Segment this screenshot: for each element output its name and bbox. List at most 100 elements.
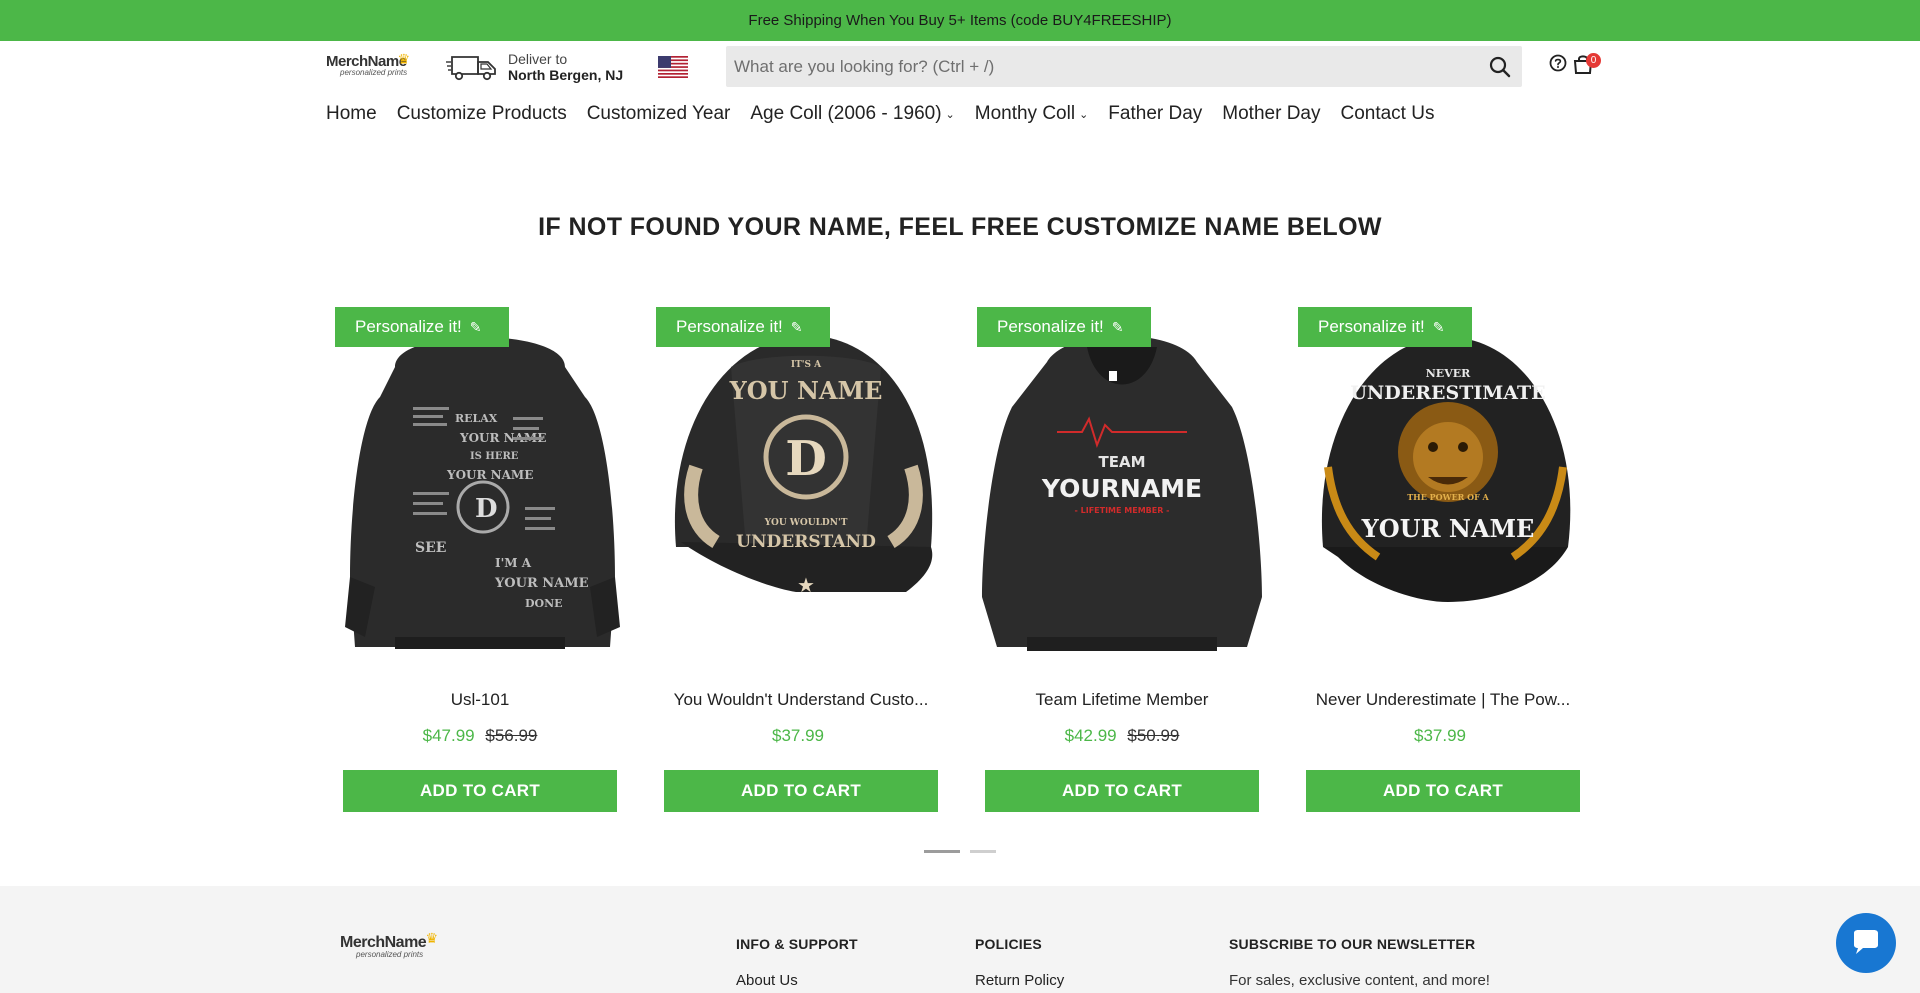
chevron-down-icon: ⌄ [945,108,955,121]
badge-label: Personalize it! [997,317,1104,336]
logo-subtext: personalized prints [340,68,408,77]
carousel-dot[interactable] [970,850,996,853]
product-card: IT'S A YOU NAME YOU WOULDN'T UNDERSTAND … [656,307,946,817]
footer-link-about-us[interactable]: About Us [736,972,858,989]
nav-item-age-coll[interactable]: Age Coll (2006 - 1960) ⌄ [750,103,954,125]
pencil-icon: ✎ [1111,318,1124,335]
product-card: RELAX YOUR NAME IS HERE YOUR NAME SEE I'… [335,307,625,817]
nav-label: Father Day [1108,103,1203,124]
print-text: NEVER [1426,367,1471,380]
product-card: NEVER UNDERESTIMATE THE POWER OF A YOUR … [1298,307,1588,817]
footer-link-return-policy[interactable]: Return Policy [975,972,1064,989]
us-flag-icon[interactable] [658,56,688,78]
product-card: TEAM YOURNAME - LIFETIME MEMBER - Person… [977,307,1267,817]
sale-price: $37.99 [772,726,824,745]
print-text: SEE [415,540,446,556]
nav-label: Contact Us [1340,103,1435,124]
chat-icon [1854,930,1878,954]
announcement-text: Free Shipping When You Buy 5+ Items (cod… [748,12,1172,29]
add-to-cart-button[interactable]: ADD TO CART [343,770,617,812]
product-image[interactable]: RELAX YOUR NAME IS HERE YOUR NAME SEE I'… [335,307,625,657]
svg-text:★: ★ [797,575,815,597]
search-input[interactable] [726,46,1466,87]
search-icon[interactable] [1488,55,1512,79]
pencil-icon: ✎ [1432,318,1445,335]
print-text: I'M A [495,556,532,570]
search-bar [726,46,1522,87]
announcement-bar: Free Shipping When You Buy 5+ Items (cod… [0,0,1920,41]
chevron-down-icon: ⌄ [1079,108,1089,121]
print-text: IS HERE [470,451,519,462]
nav-label: Age Coll (2006 - 1960) [750,103,942,124]
nav-label: Home [326,103,377,124]
footer-heading: POLICIES [975,936,1042,952]
footer-col-info: INFO & SUPPORT About Us [736,936,858,989]
product-price: $42.99 $50.99 [977,726,1267,746]
print-text: RELAX [455,412,498,425]
site-header: MerchName personalized prints ♛ Deliver … [0,41,1920,91]
badge-label: Personalize it! [676,317,783,336]
nav-label: Customize Products [396,103,567,124]
product-title[interactable]: Usl-101 [335,690,625,710]
sale-price: $47.99 [422,726,475,745]
product-price: $47.99 $56.99 [335,726,625,746]
pencil-icon: ✎ [469,318,482,335]
print-text: YOURNAME [1041,474,1202,503]
nav-item-father-day[interactable]: Father Day [1108,103,1202,125]
nav-item-mother-day[interactable]: Mother Day [1222,103,1320,125]
nav-item-customized-year[interactable]: Customized Year [587,103,731,125]
chat-button[interactable] [1836,913,1896,973]
print-text: THE POWER OF A [1407,492,1489,502]
carousel-pagination [924,850,996,853]
product-title[interactable]: You Wouldn't Understand Custo... [656,690,946,710]
personalize-badge[interactable]: Personalize it! ✎ [977,307,1151,347]
product-title[interactable]: Team Lifetime Member [977,690,1267,710]
nav-item-monthy-coll[interactable]: Monthy Coll ⌄ [975,103,1089,125]
nav-item-contact-us[interactable]: Contact Us [1340,103,1434,125]
footer-heading: INFO & SUPPORT [736,936,858,952]
personalize-badge[interactable]: Personalize it! ✎ [335,307,509,347]
product-image[interactable]: NEVER UNDERESTIMATE THE POWER OF A YOUR … [1298,307,1588,657]
print-text: - LIFETIME MEMBER - [1075,506,1170,515]
nav-item-home[interactable]: Home [326,103,377,125]
add-to-cart-button[interactable]: ADD TO CART [664,770,938,812]
product-image[interactable]: TEAM YOURNAME - LIFETIME MEMBER - [977,307,1267,657]
crown-icon: ♛ [397,51,410,67]
logo-subtext: personalized prints [356,950,424,959]
product-price: $37.99 [656,726,946,746]
sale-price: $42.99 [1064,726,1117,745]
print-text: YOUR NAME [1361,514,1535,543]
personalize-badge[interactable]: Personalize it! ✎ [656,307,830,347]
sale-price: $37.99 [1414,726,1466,745]
print-text: IT'S A [791,360,822,370]
print-text: UNDERSTAND [736,532,876,552]
deliver-to-selector[interactable]: Deliver to North Bergen, NJ [446,51,623,83]
footer-col-policies: POLICIES Return Policy [975,936,1064,989]
deliver-location: North Bergen, NJ [508,67,624,83]
svg-text:D: D [785,431,827,487]
print-text: UNDERESTIMATE [1350,382,1545,404]
badge-label: Personalize it! [355,317,462,336]
print-text: YOU WOULDN'T [764,518,848,528]
nav-item-customize-products[interactable]: Customize Products [397,103,567,125]
footer-col-newsletter: SUBSCRIBE TO OUR NEWSLETTER For sales, e… [1229,936,1490,989]
badge-label: Personalize it! [1318,317,1425,336]
print-text: YOU NAME [729,376,883,405]
personalize-badge[interactable]: Personalize it! ✎ [1298,307,1472,347]
cart-count-badge: 0 [1586,53,1601,68]
footer-logo[interactable]: MerchName personalized prints ♛ [340,930,438,966]
add-to-cart-button[interactable]: ADD TO CART [985,770,1259,812]
compare-price: $50.99 [1127,726,1180,745]
nav-label: Mother Day [1222,103,1321,124]
truck-icon [446,56,496,81]
crown-icon: ♛ [425,930,438,946]
site-footer: MerchName personalized prints ♛ INFO & S… [0,886,1920,993]
newsletter-text: For sales, exclusive content, and more! [1229,972,1490,989]
nav-label: Monthy Coll [974,103,1076,124]
product-image[interactable]: IT'S A YOU NAME YOU WOULDN'T UNDERSTAND … [656,307,946,657]
product-title[interactable]: Never Underestimate | The Pow... [1298,690,1588,710]
add-to-cart-button[interactable]: ADD TO CART [1306,770,1580,812]
help-icon[interactable] [1549,54,1567,72]
site-logo[interactable]: MerchName personalized prints ♛ [326,51,410,83]
carousel-dot[interactable] [924,850,960,853]
